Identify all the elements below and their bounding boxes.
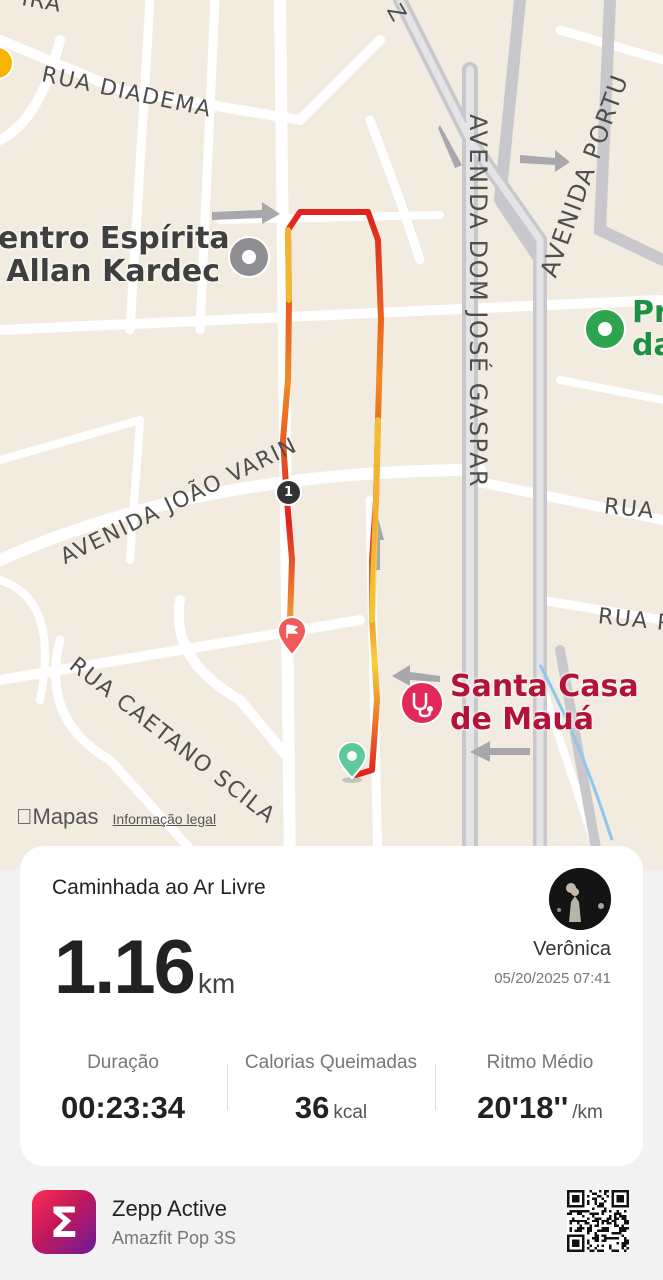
- road: [0, 295, 663, 335]
- lap-marker[interactable]: 1: [275, 479, 302, 506]
- activity-summary-card: Caminhada ao Ar Livre 1.16 km Verônica 0…: [20, 846, 643, 1166]
- stat-value: 00:23:34: [23, 1090, 223, 1126]
- place-pin-icon[interactable]: [228, 236, 270, 278]
- legal-info-link[interactable]: Informação legal: [113, 811, 217, 827]
- stat-pace: Ritmo Médio 20'18''/km: [440, 1052, 640, 1126]
- app-icon-glyph: Σ: [49, 1197, 79, 1247]
- poi-line: Allan Kardec: [6, 254, 220, 289]
- road: [0, 416, 144, 464]
- start-pin-icon[interactable]: [336, 742, 368, 784]
- apple-maps-logo: Mapas: [16, 804, 99, 830]
- avatar-image: [549, 868, 611, 930]
- street-label-avenida-dom-jose-gaspar: AVENIDA DOM JOSÉ GASPAR: [464, 114, 492, 489]
- stat-label: Ritmo Médio: [486, 1052, 594, 1073]
- stat-label: Duração: [87, 1052, 159, 1073]
- partial-poi-icon[interactable]: [0, 44, 14, 82]
- avatar[interactable]: [549, 868, 611, 930]
- route-fast-segment: [369, 417, 381, 623]
- stat-number: 00:23:34: [60, 1090, 186, 1125]
- zepp-app-icon[interactable]: Σ: [32, 1190, 96, 1254]
- distance-display: 1.16 km: [54, 924, 235, 1011]
- stat-divider: [227, 1064, 228, 1110]
- road: [126, 416, 144, 564]
- stat-duration: Duração 00:23:34: [23, 1052, 223, 1126]
- finish-flag-icon[interactable]: [276, 616, 308, 656]
- stat-label: Calorias Queimadas: [244, 1052, 418, 1073]
- poi-label-santa-casa[interactable]: Santa Casa de Mauá: [450, 670, 639, 736]
- activity-date: 05/20/2025 07:41: [494, 970, 611, 987]
- poi-line: Pr: [632, 295, 663, 330]
- arrow: [470, 741, 530, 762]
- route-fast-segment: [285, 227, 292, 303]
- arrow: [520, 150, 570, 172]
- poi-line: entro Espírita: [0, 221, 230, 256]
- stat-calories: Calorias Queimadas 36 kcal: [231, 1052, 431, 1126]
- device-name: Amazfit Pop 3S: [112, 1228, 237, 1248]
- stat-value: 20'18''/km: [440, 1090, 640, 1126]
- stat-value: 36 kcal: [231, 1090, 431, 1126]
- poi-line: da: [632, 328, 663, 363]
- poi-label-centro-espirita[interactable]: entro Espírita Allan Kardec: [0, 221, 230, 289]
- poi-line: Santa Casa: [450, 669, 639, 704]
- map-canvas: [0, 0, 663, 870]
- maps-brand-text: Mapas: [16, 804, 99, 829]
- qr-code-icon[interactable]: [567, 1190, 629, 1252]
- road: [556, 376, 663, 404]
- lap-marker-label: 1: [283, 485, 294, 500]
- poi-label-green[interactable]: Pr da: [632, 296, 663, 362]
- road: [173, 595, 295, 765]
- stat-divider: [435, 1064, 436, 1110]
- street-label-rua-right-1: RUA: [602, 494, 656, 525]
- app-footer: Σ Zepp Active Amazfit Pop 3S: [0, 1180, 663, 1280]
- distance-unit: km: [197, 968, 236, 999]
- route-map[interactable]: RUA DIADEMA AVENIDA JOÃO VARIN RUA CAETA…: [0, 0, 663, 870]
- map-attribution: Mapas Informação legal: [16, 804, 216, 830]
- distance-value: 1.16: [54, 925, 196, 1010]
- app-name: Zepp Active: [112, 1196, 227, 1221]
- stat-number: 20'18'': [477, 1090, 569, 1125]
- stat-unit: kcal: [333, 1102, 368, 1123]
- hospital-icon[interactable]: [400, 681, 444, 725]
- stat-number: 36: [294, 1090, 330, 1125]
- poi-line: de Mauá: [450, 702, 594, 737]
- stat-unit: /km: [572, 1102, 603, 1123]
- park-icon[interactable]: [584, 308, 626, 350]
- user-name: Verônica: [533, 938, 611, 960]
- activity-title: Caminhada ao Ar Livre: [52, 876, 266, 899]
